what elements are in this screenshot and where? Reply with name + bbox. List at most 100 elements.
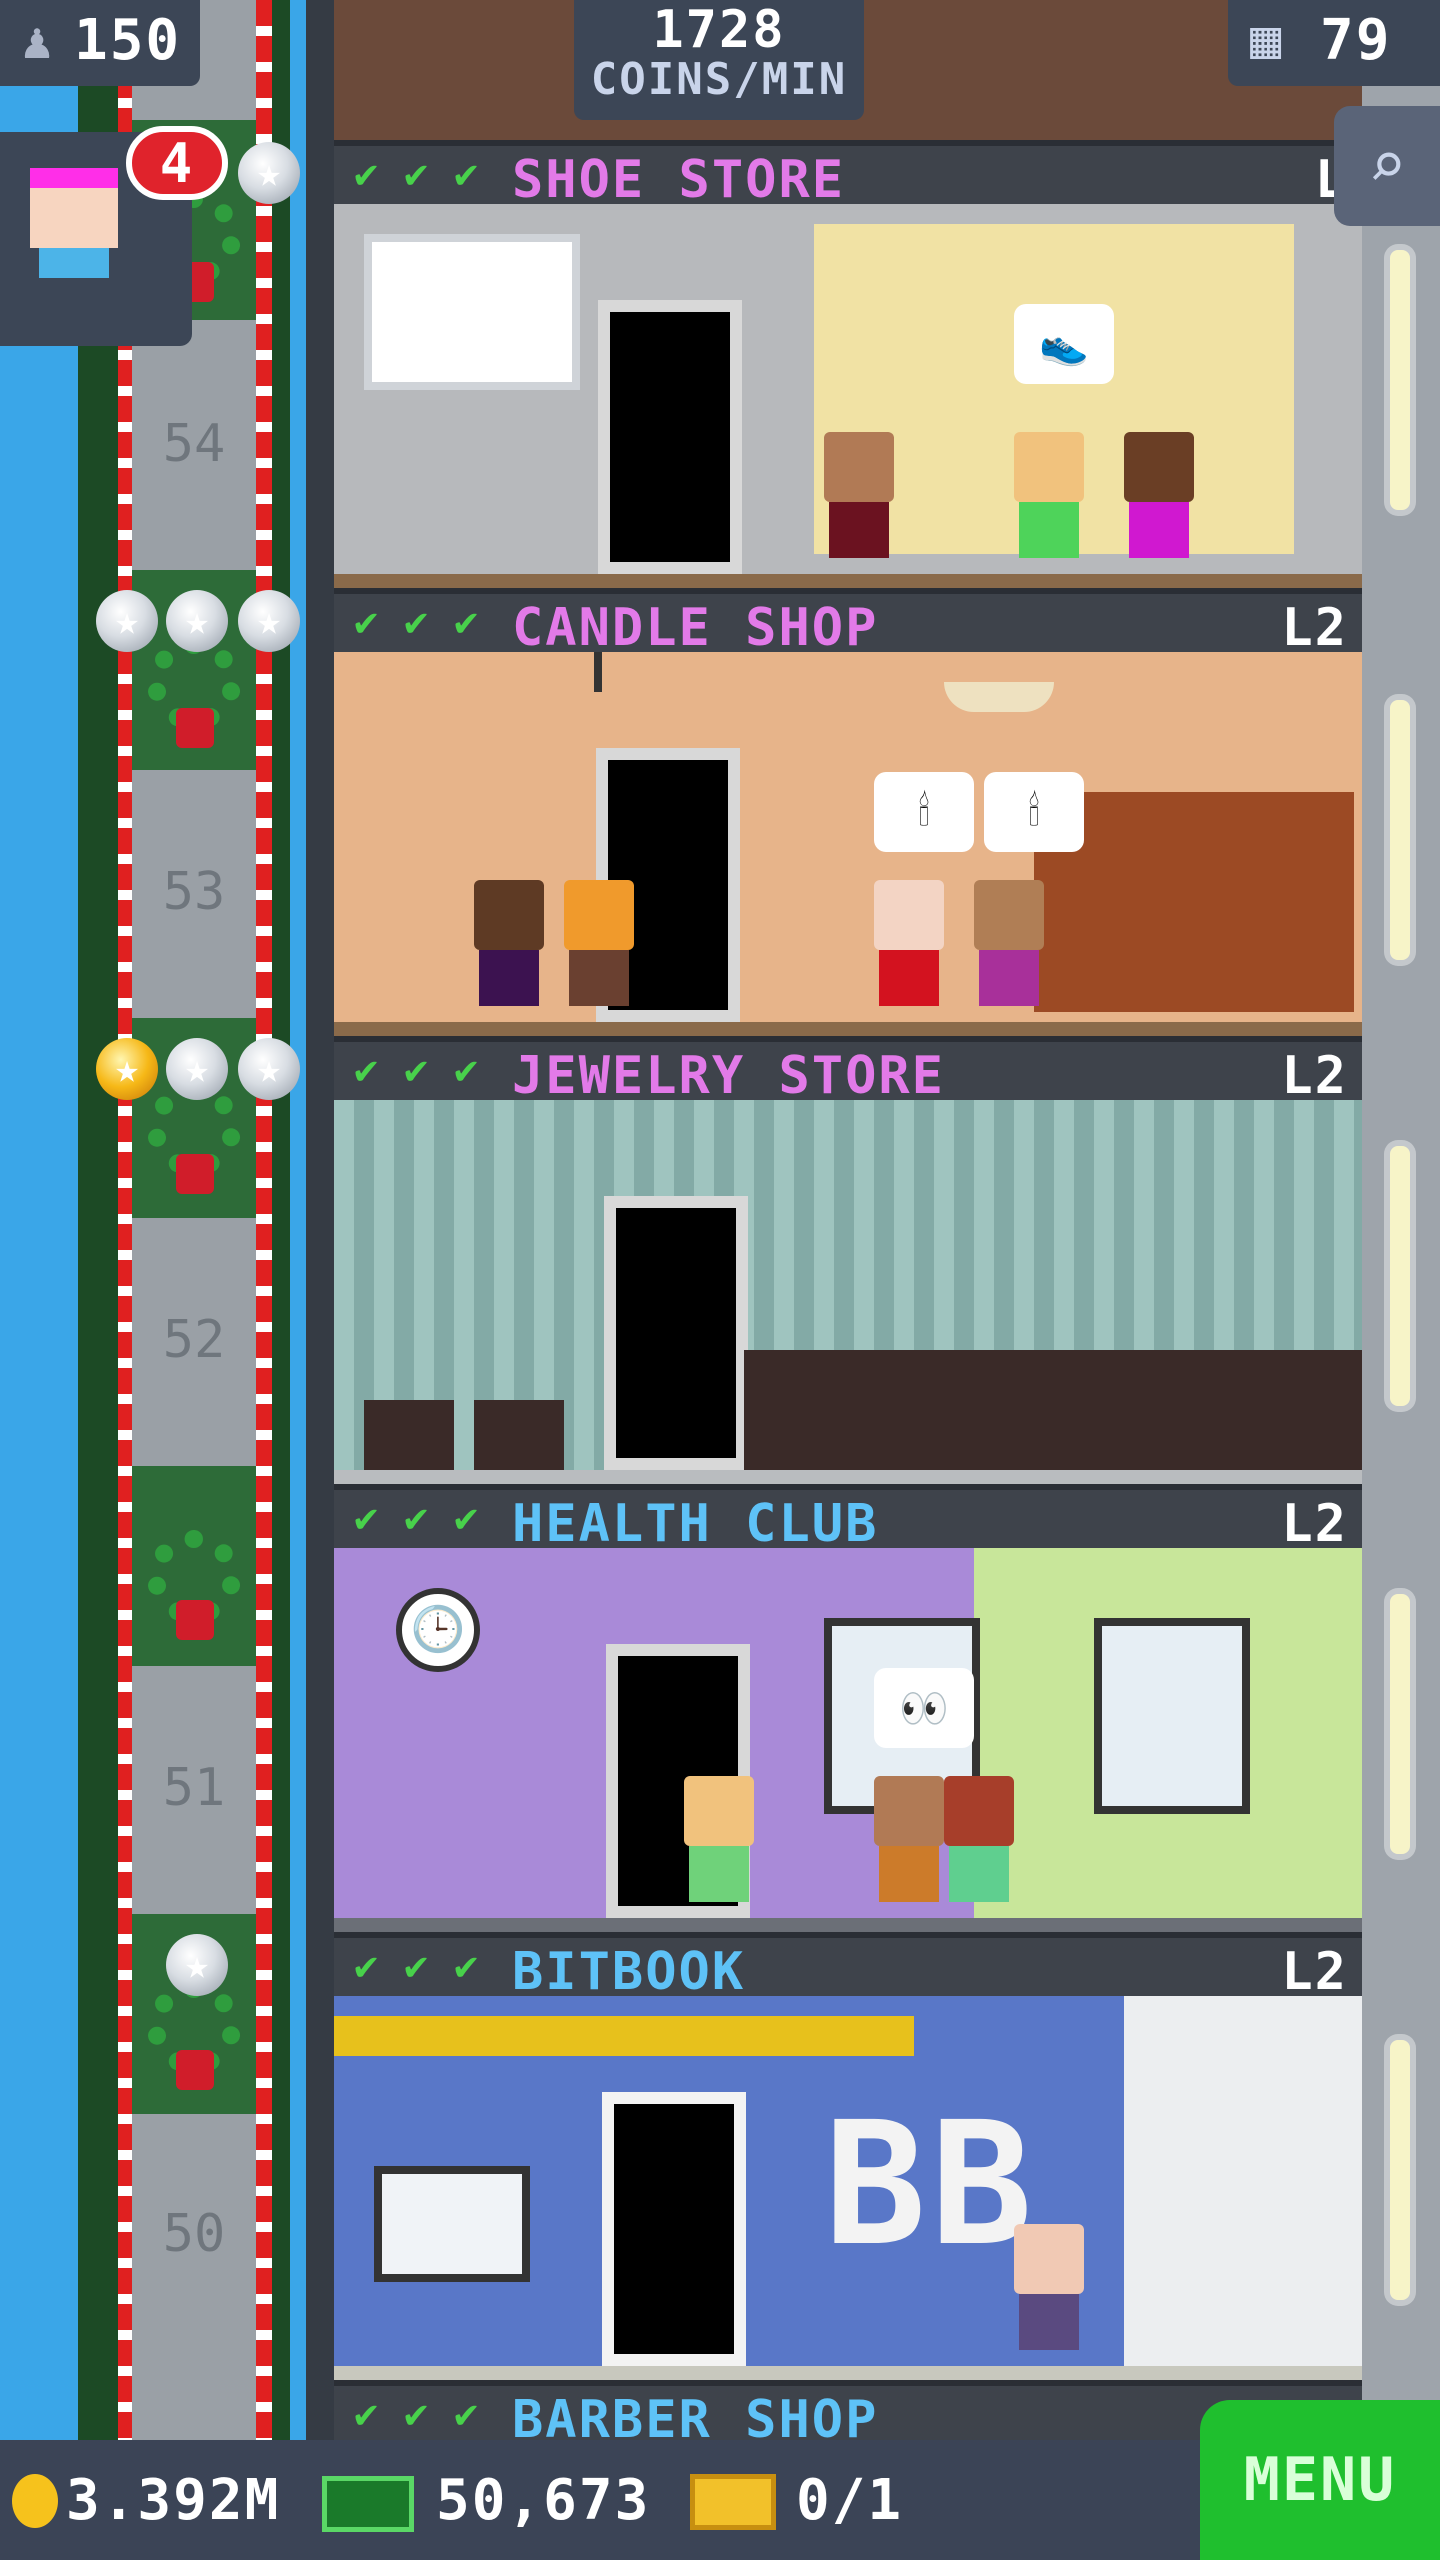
visitor-count-badge: 4 bbox=[126, 126, 228, 200]
visitor-face-skin bbox=[30, 188, 118, 248]
check-icon: ✔ bbox=[394, 602, 438, 642]
check-icon: ✔ bbox=[344, 154, 388, 194]
store-name: JEWELRY STORE bbox=[512, 1046, 945, 1106]
store-candle-shop[interactable]: ✔ ✔ ✔ CANDLE SHOP L2 🕯 🕯 bbox=[334, 588, 1362, 1042]
magnifier-icon: ⌕ bbox=[1367, 129, 1407, 203]
check-icon: ✔ bbox=[344, 2394, 388, 2434]
store-shoe-store[interactable]: ✔ ✔ ✔ SHOE STORE L 👟 bbox=[334, 140, 1362, 594]
check-icon: ✔ bbox=[444, 1946, 488, 1986]
population-counter[interactable]: ♟ 150 bbox=[0, 0, 200, 86]
store-name: SHOE STORE bbox=[512, 150, 846, 210]
store-name: BITBOOK bbox=[512, 1942, 746, 2002]
bitbook-logo: BB bbox=[824, 2086, 1037, 2284]
jewelry-counter bbox=[744, 1350, 1362, 1470]
star-checks: ✔ ✔ ✔ bbox=[344, 1050, 488, 1090]
store-room[interactable]: 👟 bbox=[334, 204, 1362, 594]
star-checks: ✔ ✔ ✔ bbox=[344, 1946, 488, 1986]
coins-rate-value: 1728 bbox=[652, 0, 786, 60]
check-icon: ✔ bbox=[444, 602, 488, 642]
lamp-cord bbox=[594, 652, 602, 692]
floor-number: 54 bbox=[162, 414, 226, 474]
star-icon: ★ bbox=[166, 1934, 228, 1996]
floors-counter[interactable]: ▦ 79 bbox=[1228, 0, 1440, 86]
visitor-shirt bbox=[39, 248, 109, 278]
door bbox=[598, 300, 742, 574]
star-checks: ✔ ✔ ✔ bbox=[344, 2394, 488, 2434]
star-icon: ★ bbox=[96, 590, 158, 652]
check-icon: ✔ bbox=[444, 1498, 488, 1538]
floor-number: 53 bbox=[162, 862, 226, 922]
star-checks: ✔ ✔ ✔ bbox=[344, 154, 488, 194]
star-checks: ✔ ✔ ✔ bbox=[344, 602, 488, 642]
bux-icon bbox=[322, 2476, 414, 2532]
ceiling-lamp-icon bbox=[944, 682, 1054, 712]
store-title-bar: ✔ ✔ ✔ BITBOOK L2 bbox=[334, 1932, 1362, 2002]
building-icon: ▦ bbox=[1250, 10, 1282, 70]
person-icon: ♟ bbox=[22, 12, 53, 70]
wall-lamp bbox=[1390, 2040, 1410, 2300]
check-icon: ✔ bbox=[394, 1050, 438, 1090]
star-checks: ✔ ✔ ✔ bbox=[344, 1498, 488, 1538]
search-button[interactable]: ⌕ bbox=[1334, 106, 1440, 226]
bow-icon bbox=[176, 1154, 214, 1194]
floors-count: 79 bbox=[1320, 8, 1392, 73]
store-level: L2 bbox=[1281, 1046, 1348, 1106]
store-room[interactable]: BB bbox=[334, 1996, 1362, 2386]
bux-total: 50,673 bbox=[436, 2468, 651, 2533]
wall-lamp bbox=[1390, 700, 1410, 960]
shoe-request-bubble[interactable]: 👟 bbox=[1014, 304, 1114, 384]
bow-icon bbox=[176, 2050, 214, 2090]
star-icon: ★ bbox=[238, 590, 300, 652]
wall-lamp bbox=[1390, 250, 1410, 510]
shoe-poster bbox=[364, 234, 580, 390]
visitor-hair bbox=[30, 168, 118, 188]
floor-number: 52 bbox=[162, 1310, 226, 1370]
star-icon: ★ bbox=[238, 1038, 300, 1100]
check-icon: ✔ bbox=[344, 1498, 388, 1538]
wall-lamp bbox=[1390, 1594, 1410, 1854]
store-room[interactable] bbox=[334, 1100, 1362, 1490]
door bbox=[602, 2092, 746, 2366]
gym-request-bubble[interactable]: 👀 bbox=[874, 1668, 974, 1748]
bow-icon bbox=[176, 1600, 214, 1640]
computer-monitor bbox=[374, 2166, 530, 2282]
check-icon: ✔ bbox=[394, 1946, 438, 1986]
yellow-pipe bbox=[334, 2016, 914, 2056]
jewelry-stand bbox=[364, 1400, 454, 1470]
jewelry-stand bbox=[474, 1400, 564, 1470]
store-jewelry-store[interactable]: ✔ ✔ ✔ JEWELRY STORE L2 bbox=[334, 1036, 1362, 1490]
tickets-count: 0/1 bbox=[796, 2468, 904, 2533]
star-icon: ★ bbox=[238, 142, 300, 204]
candle-request-bubble[interactable]: 🕯 bbox=[874, 772, 974, 852]
check-icon: ✔ bbox=[444, 1050, 488, 1090]
wall-lamp bbox=[1390, 1146, 1410, 1406]
star-icon: ★ bbox=[166, 1038, 228, 1100]
check-icon: ✔ bbox=[444, 154, 488, 194]
store-level: L2 bbox=[1281, 1494, 1348, 1554]
coin-icon bbox=[12, 2474, 58, 2528]
store-level: L2 bbox=[1281, 1942, 1348, 2002]
gold-star-icon: ★ bbox=[96, 1038, 158, 1100]
bitbook-side-office bbox=[1124, 1996, 1362, 2386]
floor-number: 50 bbox=[162, 2204, 226, 2264]
candle-request-bubble[interactable]: 🕯 bbox=[984, 772, 1084, 852]
check-icon: ✔ bbox=[344, 602, 388, 642]
check-icon: ✔ bbox=[344, 1946, 388, 1986]
window bbox=[1094, 1618, 1250, 1814]
store-title-bar: ✔ ✔ ✔ HEALTH CLUB L2 bbox=[334, 1484, 1362, 1554]
store-room[interactable]: 🕒 👀 bbox=[334, 1548, 1362, 1938]
store-bitbook[interactable]: ✔ ✔ ✔ BITBOOK L2 BB bbox=[334, 1932, 1362, 2386]
check-icon: ✔ bbox=[394, 1498, 438, 1538]
ticket-icon bbox=[690, 2474, 776, 2530]
store-room[interactable]: 🕯 🕯 bbox=[334, 652, 1362, 1042]
door bbox=[604, 1196, 748, 1470]
tower-pillar bbox=[306, 0, 334, 2440]
store-title-bar: ✔ ✔ ✔ SHOE STORE L bbox=[334, 140, 1362, 210]
star-icon: ★ bbox=[166, 590, 228, 652]
store-title-bar: ✔ ✔ ✔ JEWELRY STORE L2 bbox=[334, 1036, 1362, 1106]
candy-stripe-right bbox=[256, 0, 272, 2440]
store-title-bar: ✔ ✔ ✔ CANDLE SHOP L2 bbox=[334, 588, 1362, 658]
menu-button[interactable]: MENU bbox=[1200, 2400, 1440, 2560]
check-icon: ✔ bbox=[444, 2394, 488, 2434]
store-health-club[interactable]: ✔ ✔ ✔ HEALTH CLUB L2 🕒 👀 bbox=[334, 1484, 1362, 1938]
